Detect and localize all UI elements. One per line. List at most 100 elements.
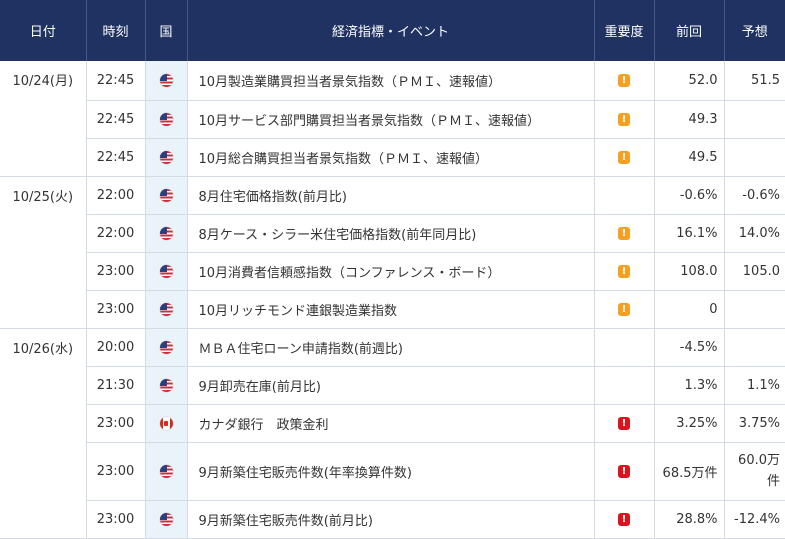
importance-mid-icon: ! (618, 264, 630, 278)
event-cell: 10月総合購買担当者景気指数（ＰＭＩ、速報値） (187, 138, 595, 177)
forecast-cell (724, 328, 785, 367)
us-flag-icon (159, 464, 173, 478)
time-cell: 23:00 (86, 442, 146, 501)
time-cell: 22:45 (86, 138, 146, 177)
previous-cell: 0 (654, 290, 725, 329)
header-previous: 前回 (654, 0, 725, 61)
event-cell: 9月新築住宅販売件数(前月比) (187, 500, 595, 539)
country-cell (145, 252, 188, 291)
forecast-cell (724, 290, 785, 329)
ca-flag-icon (159, 416, 173, 430)
importance-cell: ! (594, 290, 655, 329)
event-cell: 10月消費者信頼感指数（コンファレンス・ボード） (187, 252, 595, 291)
country-cell (145, 214, 188, 253)
country-cell (145, 61, 188, 101)
importance-mid-icon: ! (618, 226, 630, 240)
previous-cell: 68.5万件 (654, 442, 725, 501)
time-cell: 22:45 (86, 61, 146, 101)
date-cell: 10/24(月) (0, 61, 87, 177)
header-importance: 重要度 (594, 0, 655, 61)
importance-high-icon: ! (618, 416, 630, 430)
event-cell: 8月住宅価格指数(前月比) (187, 176, 595, 215)
importance-high-icon: ! (618, 464, 630, 478)
table-row: 22:00 8月ケース・シラー米住宅価格指数(前年同月比) ! 16.1% 14… (0, 214, 785, 253)
us-flag-icon (159, 150, 173, 164)
us-flag-icon (159, 226, 173, 240)
table-row: 23:00 10月リッチモンド連銀製造業指数 ! 0 (0, 290, 785, 329)
previous-cell: -4.5% (654, 328, 725, 367)
previous-cell: -0.6% (654, 176, 725, 215)
forecast-cell: 51.5 (724, 61, 785, 101)
us-flag-icon (159, 378, 173, 392)
us-flag-icon (159, 512, 173, 526)
event-cell: カナダ銀行 政策金利 (187, 404, 595, 443)
previous-cell: 49.3 (654, 100, 725, 139)
previous-cell: 108.0 (654, 252, 725, 291)
previous-cell: 1.3% (654, 366, 725, 405)
importance-mid-icon: ! (618, 112, 630, 126)
forecast-cell: 60.0万件 (724, 442, 785, 501)
us-flag-icon (159, 302, 173, 316)
country-cell (145, 328, 188, 367)
us-flag-icon (159, 73, 173, 87)
importance-cell: ! (594, 442, 655, 501)
header-time: 時刻 (86, 0, 146, 61)
importance-mid-icon: ! (618, 150, 630, 164)
event-cell: 10月リッチモンド連銀製造業指数 (187, 290, 595, 329)
forecast-cell: 3.75% (724, 404, 785, 443)
us-flag-icon (159, 340, 173, 354)
country-cell (145, 138, 188, 177)
importance-mid-icon: ! (618, 302, 630, 316)
previous-cell: 16.1% (654, 214, 725, 253)
economic-calendar-table: 日付 時刻 国 経済指標・イベント 重要度 前回 予想 10/24(月) 22:… (0, 0, 785, 539)
time-cell: 23:00 (86, 500, 146, 539)
forecast-cell: 1.1% (724, 366, 785, 405)
importance-high-icon: ! (618, 512, 630, 526)
us-flag-icon (159, 188, 173, 202)
table-row: 21:30 9月卸売在庫(前月比) 1.3% 1.1% (0, 366, 785, 405)
time-cell: 20:00 (86, 328, 146, 367)
previous-cell: 28.8% (654, 500, 725, 539)
importance-cell (594, 328, 655, 367)
forecast-cell: -12.4% (724, 500, 785, 539)
importance-cell: ! (594, 252, 655, 291)
time-cell: 22:00 (86, 176, 146, 215)
event-cell: 9月新築住宅販売件数(年率換算件数) (187, 442, 595, 501)
country-cell (145, 176, 188, 215)
country-cell (145, 100, 188, 139)
importance-cell (594, 366, 655, 405)
importance-cell: ! (594, 100, 655, 139)
table-row: 22:45 10月サービス部門購買担当者景気指数（ＰＭＩ、速報値） ! 49.3 (0, 100, 785, 139)
table-row: 23:00 カナダ銀行 政策金利 ! 3.25% 3.75% (0, 404, 785, 443)
forecast-cell: 105.0 (724, 252, 785, 291)
table-row: 10/26(水) 20:00 ＭＢＡ住宅ローン申請指数(前週比) -4.5% (0, 328, 785, 539)
event-cell: ＭＢＡ住宅ローン申請指数(前週比) (187, 328, 595, 367)
importance-cell: ! (594, 404, 655, 443)
table-row: 22:45 10月総合購買担当者景気指数（ＰＭＩ、速報値） ! 49.5 (0, 138, 785, 177)
country-cell (145, 442, 188, 501)
table-row: 23:00 10月消費者信頼感指数（コンファレンス・ボード） ! 108.0 1… (0, 252, 785, 291)
us-flag-icon (159, 112, 173, 126)
header-country: 国 (145, 0, 188, 61)
previous-cell: 49.5 (654, 138, 725, 177)
date-cell: 10/26(水) (0, 328, 87, 539)
event-cell: 10月製造業購買担当者景気指数（ＰＭＩ、速報値） (187, 61, 595, 101)
time-cell: 22:45 (86, 100, 146, 139)
date-cell: 10/25(火) (0, 176, 87, 329)
forecast-cell (724, 100, 785, 139)
table-row: 23:00 9月新築住宅販売件数(年率換算件数) ! 68.5万件 60.0万件 (0, 442, 785, 501)
header-forecast: 予想 (724, 0, 785, 61)
calendar-body: 10/24(月) 22:45 10月製造業購買担当者景気指数（ＰＭＩ、速報値） … (0, 61, 785, 539)
forecast-cell: -0.6% (724, 176, 785, 215)
country-cell (145, 404, 188, 443)
event-cell: 8月ケース・シラー米住宅価格指数(前年同月比) (187, 214, 595, 253)
header-row: 日付 時刻 国 経済指標・イベント 重要度 前回 予想 (0, 0, 785, 61)
importance-cell: ! (594, 214, 655, 253)
time-cell: 23:00 (86, 252, 146, 291)
previous-cell: 52.0 (654, 61, 725, 101)
forecast-cell (724, 138, 785, 177)
time-cell: 23:00 (86, 290, 146, 329)
importance-cell (594, 176, 655, 215)
country-cell (145, 366, 188, 405)
previous-cell: 3.25% (654, 404, 725, 443)
